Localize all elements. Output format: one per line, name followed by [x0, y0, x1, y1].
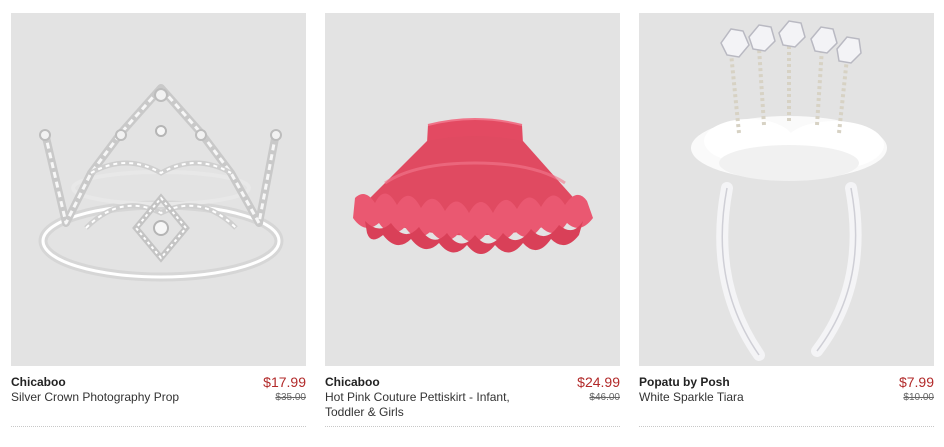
product-brand[interactable]: Chicaboo: [11, 375, 66, 389]
product-image-silver-crown[interactable]: [11, 13, 306, 366]
card-divider: [639, 426, 934, 427]
product-title[interactable]: White Sparkle Tiara: [639, 390, 839, 405]
crown-illustration: [38, 84, 284, 282]
sale-price: $7.99: [898, 374, 934, 390]
product-info: Popatu by Posh White Sparkle Tiara $7.99…: [639, 374, 934, 425]
product-card[interactable]: Popatu by Posh White Sparkle Tiara $7.99…: [639, 13, 934, 425]
product-info: Chicaboo Hot Pink Couture Pettiskirt - I…: [325, 374, 620, 425]
pettiskirt-illustration: [353, 118, 593, 254]
product-brand[interactable]: Popatu by Posh: [639, 375, 730, 389]
original-price: $35.00: [275, 392, 306, 403]
product-title[interactable]: Silver Crown Photography Prop: [11, 390, 211, 405]
card-divider: [11, 426, 306, 427]
card-divider: [325, 426, 620, 427]
product-title[interactable]: Hot Pink Couture Pettiskirt - Infant, To…: [325, 390, 525, 420]
original-price: $46.00: [589, 392, 620, 403]
product-brand[interactable]: Chicaboo: [325, 375, 380, 389]
sale-price: $24.99: [577, 374, 620, 390]
sale-price: $17.99: [263, 374, 306, 390]
product-image-white-sparkle-tiara[interactable]: [639, 13, 934, 366]
original-price: $10.00: [903, 392, 934, 403]
product-info: Chicaboo Silver Crown Photography Prop $…: [11, 374, 306, 425]
tiara-illustration: [691, 20, 887, 361]
product-image-pink-pettiskirt[interactable]: [325, 13, 620, 366]
product-card[interactable]: Chicaboo Silver Crown Photography Prop $…: [11, 13, 306, 425]
product-card[interactable]: Chicaboo Hot Pink Couture Pettiskirt - I…: [325, 13, 620, 425]
product-grid: Chicaboo Silver Crown Photography Prop $…: [0, 0, 944, 447]
